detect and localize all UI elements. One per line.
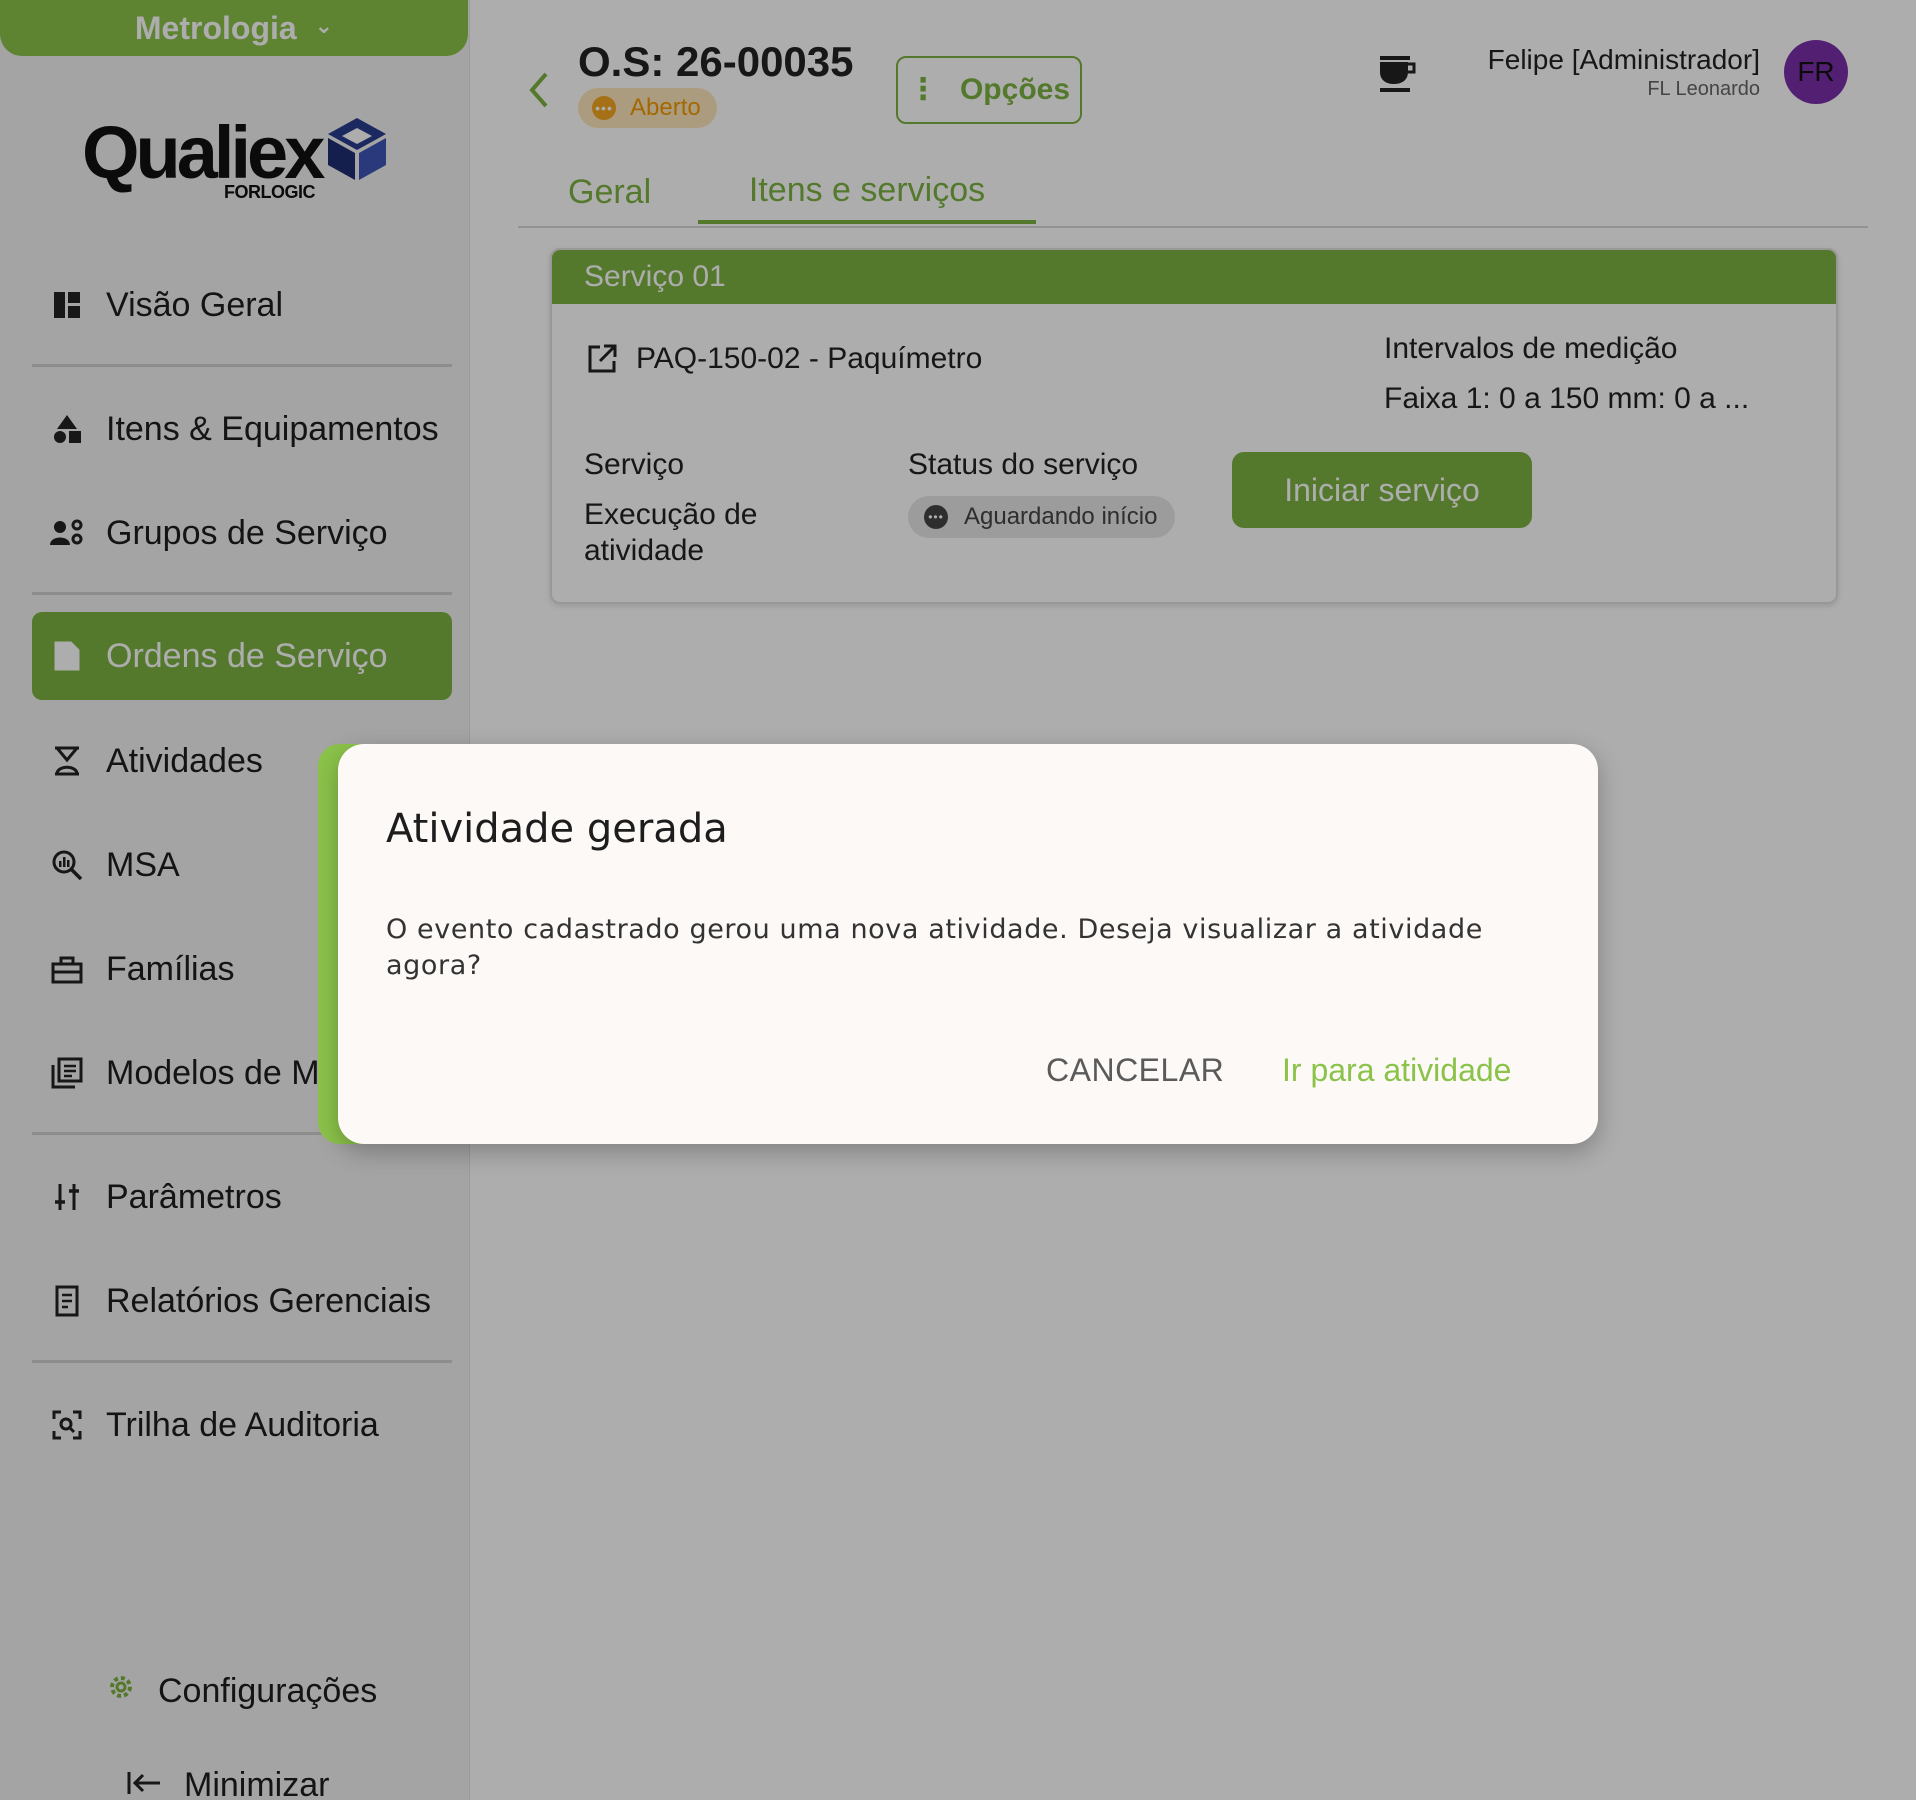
- cancel-button[interactable]: CANCELAR: [1046, 1052, 1224, 1089]
- go-to-activity-button[interactable]: Ir para atividade: [1282, 1052, 1511, 1089]
- dialog-title: Atividade gerada: [386, 806, 728, 852]
- dialog-message: O evento cadastrado gerou uma nova ativi…: [386, 914, 1483, 981]
- activity-generated-dialog: Atividade gerada O evento cadastrado ger…: [338, 744, 1598, 1144]
